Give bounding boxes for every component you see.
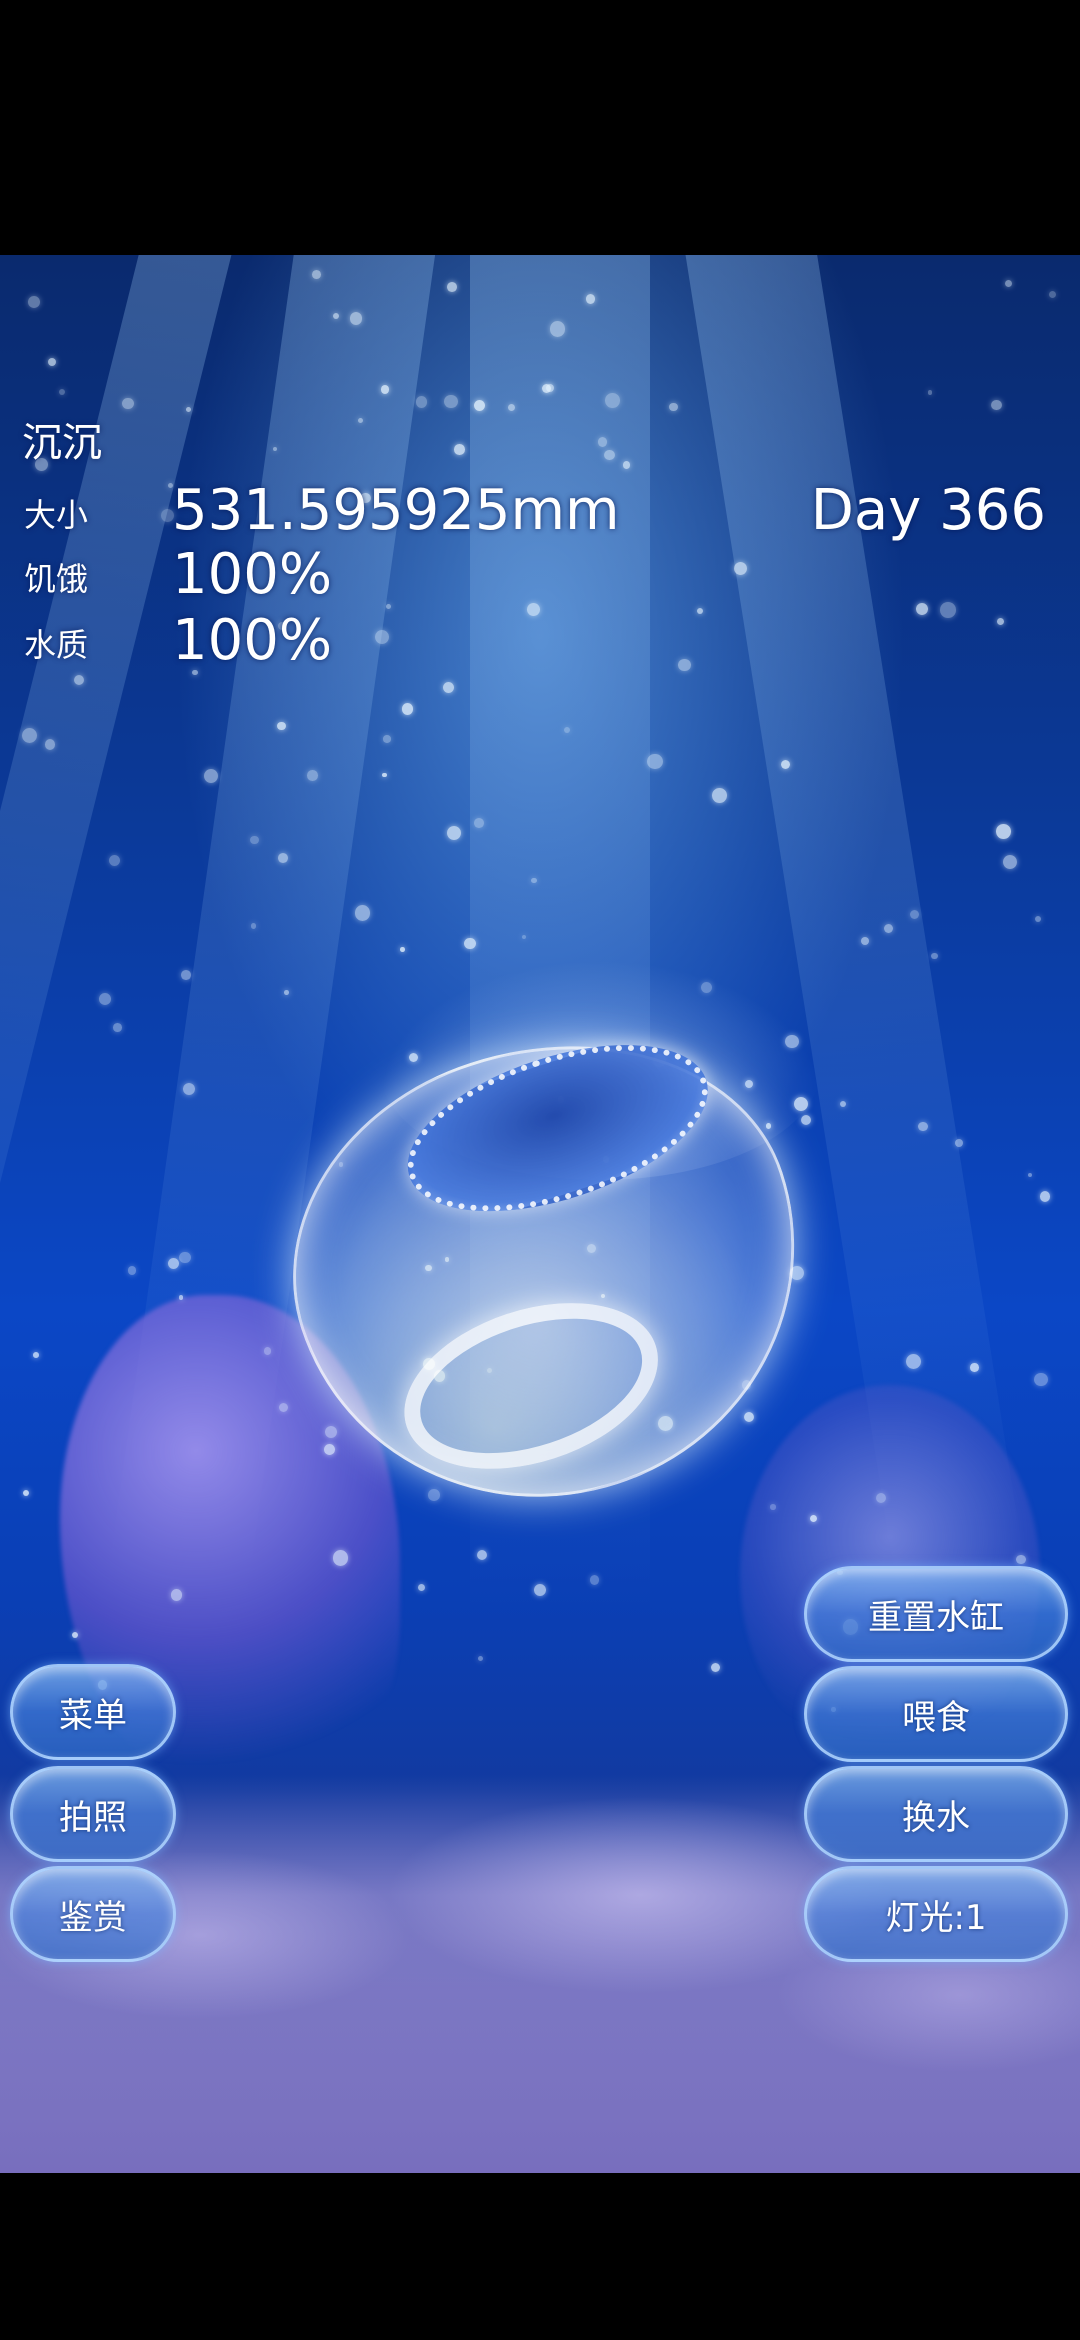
bubble-particle	[712, 788, 727, 803]
bubble-particle	[33, 1352, 39, 1358]
bubble-particle	[71, 1631, 78, 1638]
bubble-particle	[447, 282, 457, 292]
bubble-particle	[383, 735, 391, 743]
bubble-particle	[954, 1138, 963, 1147]
bubble-particle	[669, 402, 678, 411]
appraise-button[interactable]: 鉴赏	[10, 1866, 176, 1962]
bubble-particle	[545, 383, 554, 392]
bubble-particle	[839, 1100, 846, 1107]
bubble-particle	[454, 444, 465, 455]
bubble-particle	[179, 1295, 184, 1300]
bubble-particle	[585, 294, 596, 304]
bubble-particle	[861, 937, 870, 945]
bubble-particle	[770, 1504, 776, 1510]
bubble-particle	[277, 721, 286, 731]
photo-button[interactable]: 拍照	[10, 1766, 176, 1862]
bubble-particle	[401, 703, 414, 715]
size-value: 531.595925mm	[172, 478, 620, 543]
bubble-particle	[474, 399, 486, 411]
water-quality-label: 水质	[24, 626, 89, 664]
bubble-particle	[1027, 1172, 1032, 1177]
bubble-particle	[249, 835, 259, 845]
bubble-particle	[622, 461, 631, 469]
bubble-particle	[883, 923, 893, 933]
bubble-particle	[906, 1353, 922, 1369]
bubble-particle	[477, 1549, 488, 1560]
bubble-particle	[178, 1251, 191, 1264]
light-button[interactable]: 灯光:1	[804, 1866, 1068, 1962]
bubble-particle	[203, 769, 218, 783]
bubble-particle	[474, 818, 484, 829]
bubble-particle	[464, 937, 476, 950]
bubble-particle	[278, 852, 288, 863]
water-quality-value: 100%	[172, 608, 333, 673]
bubble-particle	[386, 603, 392, 609]
bubble-particle	[181, 970, 191, 980]
bubble-particle	[127, 1266, 136, 1275]
menu-button[interactable]: 菜单	[10, 1664, 176, 1760]
bubble-particle	[604, 449, 615, 461]
bubble-particle	[678, 658, 691, 672]
change-water-button[interactable]: 换水	[804, 1766, 1068, 1862]
feed-button[interactable]: 喂食	[804, 1666, 1068, 1762]
bubble-particle	[940, 602, 956, 618]
bubble-particle	[400, 947, 405, 952]
bubble-particle	[58, 388, 65, 395]
bubble-particle	[1039, 1190, 1051, 1202]
bubble-particle	[284, 990, 290, 995]
jellyfish-name: 沉沉	[22, 420, 102, 466]
bubble-particle	[589, 1575, 600, 1585]
bubble-particle	[563, 726, 570, 733]
bubble-particle	[332, 1550, 349, 1566]
bubble-particle	[996, 824, 1012, 839]
bubble-particle	[250, 923, 257, 929]
bubble-particle	[1002, 855, 1017, 870]
bubble-particle	[182, 1082, 195, 1095]
bubble-particle	[73, 675, 84, 686]
size-label: 大小	[24, 496, 89, 534]
hunger-value: 100%	[172, 542, 333, 607]
bubble-particle	[526, 603, 540, 617]
bubble-particle	[970, 1363, 979, 1372]
bubble-particle	[312, 270, 322, 279]
bubble-particle	[991, 399, 1002, 410]
bubble-particle	[809, 1514, 817, 1522]
bubble-particle	[1016, 1554, 1026, 1565]
bubble-particle	[533, 1584, 546, 1597]
bubble-particle	[549, 321, 566, 337]
bubble-particle	[380, 385, 389, 394]
bubble-particle	[263, 1347, 271, 1355]
bubble-particle	[307, 770, 318, 781]
bubble-particle	[875, 1492, 887, 1504]
bubble-particle	[98, 992, 111, 1005]
hunger-label: 饥饿	[24, 560, 89, 598]
game-screen: 沉沉 大小 531.595925mm 饥饿 100% 水质 100% Day 3…	[0, 0, 1080, 2340]
day-counter: Day 366	[810, 478, 1046, 543]
bubble-particle	[930, 952, 938, 960]
bubble-particle	[915, 603, 928, 616]
bubble-particle	[272, 446, 277, 452]
bubble-particle	[354, 905, 371, 921]
bubble-particle	[113, 1023, 122, 1032]
bubble-particle	[27, 296, 40, 309]
bubble-particle	[521, 934, 526, 939]
bubble-particle	[415, 396, 428, 408]
bubble-particle	[1048, 290, 1057, 299]
bubble-particle	[997, 618, 1005, 625]
bubble-particle	[349, 311, 363, 325]
top-black-bar	[0, 0, 1080, 255]
bottom-black-bar	[0, 2173, 1080, 2340]
reset-tank-button[interactable]: 重置水缸	[804, 1566, 1068, 1662]
